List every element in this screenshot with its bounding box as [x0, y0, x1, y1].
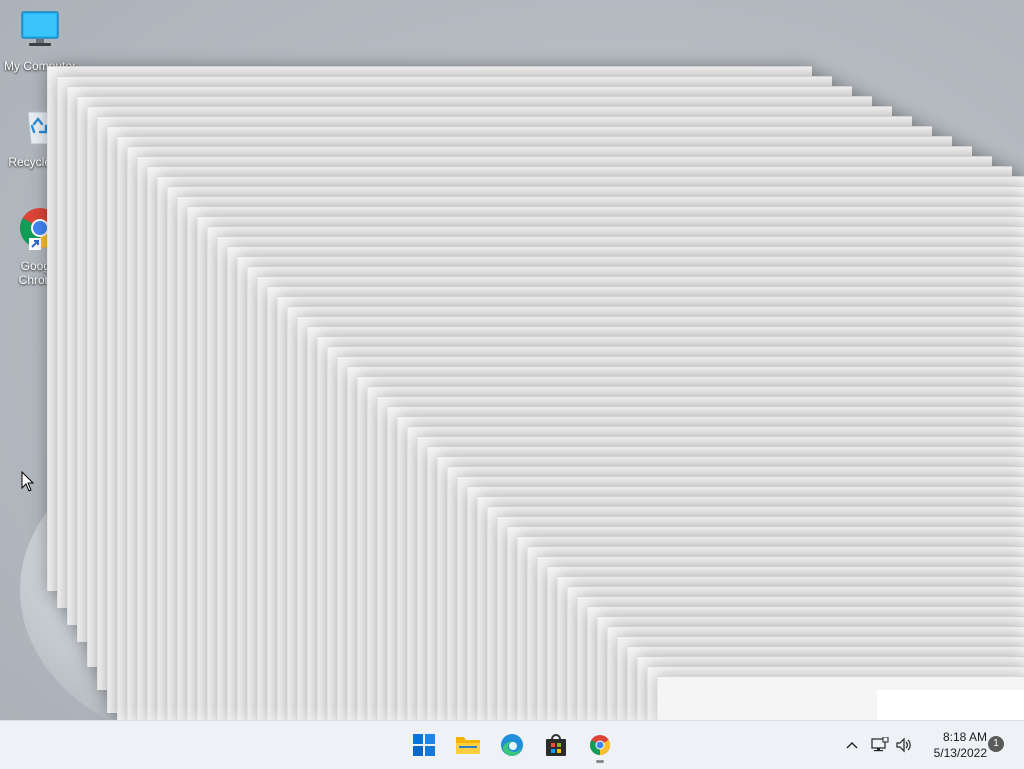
edge-icon: [501, 734, 523, 756]
notification-badge[interactable]: 1: [988, 736, 1004, 752]
edge-button[interactable]: [492, 725, 532, 765]
file-explorer-icon: [456, 737, 480, 754]
desktop-icon-my-computer[interactable]: My Computer: [2, 8, 78, 73]
clock[interactable]: 8:18 AM 5/13/2022: [915, 729, 987, 761]
my-computer-icon: [21, 11, 59, 46]
file-explorer-button[interactable]: [448, 725, 488, 765]
volume-button[interactable]: [893, 721, 915, 769]
dragged-window[interactable]: [877, 690, 1024, 720]
clock-date: 5/13/2022: [933, 746, 987, 760]
tray-overflow-button[interactable]: [841, 721, 863, 769]
chevron-up-icon: [846, 742, 858, 749]
chrome-taskbar-button[interactable]: [580, 725, 620, 765]
network-icon: [871, 737, 889, 752]
volume-icon: [896, 737, 911, 753]
taskbar: 8:18 AM 5/13/2022: [0, 720, 1024, 769]
windows-logo-icon: [413, 734, 435, 756]
clock-time: 8:18 AM: [942, 730, 987, 744]
desktop: My Computer Recycle Bin Google Chrome: [0, 0, 1024, 720]
network-button[interactable]: [869, 721, 891, 769]
store-button[interactable]: [536, 725, 576, 765]
chrome-icon: [590, 735, 610, 755]
running-indicator: [596, 760, 604, 763]
mouse-cursor-icon: [21, 471, 35, 492]
store-icon: [546, 734, 566, 756]
start-button[interactable]: [404, 725, 444, 765]
